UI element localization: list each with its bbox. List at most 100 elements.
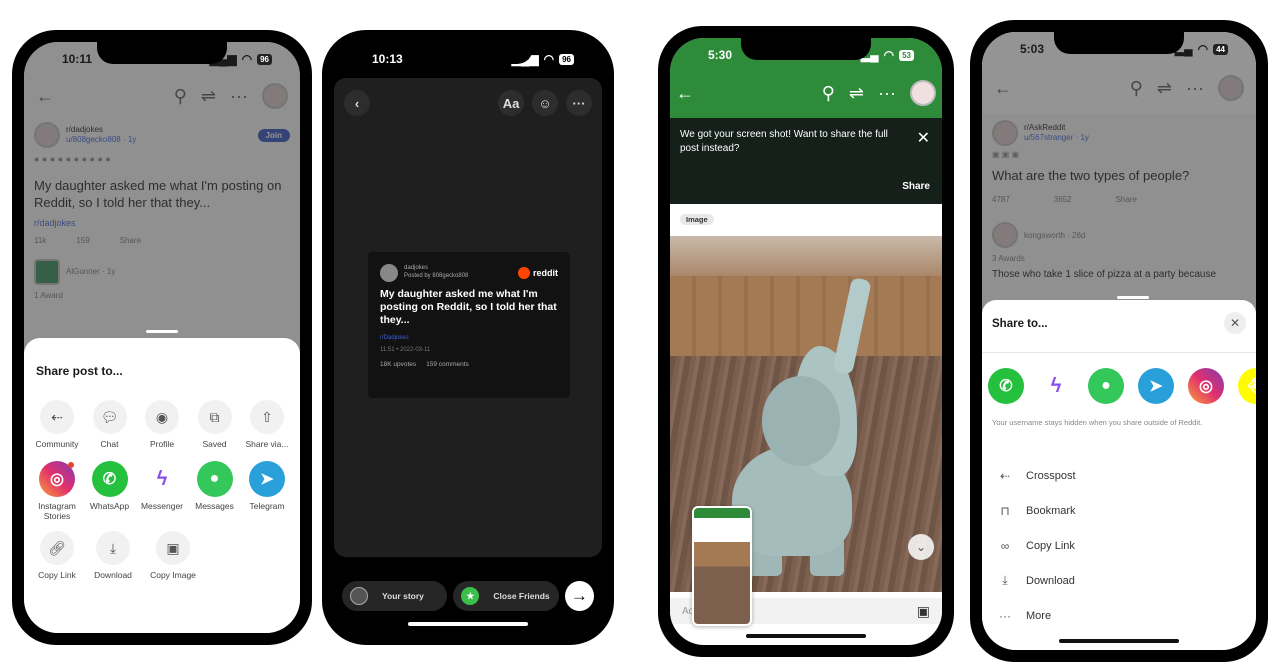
close-icon: ✕ [1229, 316, 1241, 330]
status-time: 10:13 [372, 52, 403, 66]
share-copy-image[interactable]: ▣ Copy Image [144, 531, 202, 580]
phone-share-to-sheet: 5:03 ▂▄◠44 ← ⚲ ⇌ ··· r/AskReddit u/567st… [970, 20, 1268, 662]
link-icon: 🔗︎ [40, 531, 74, 565]
send-button[interactable]: → [564, 581, 594, 611]
label: More [1026, 609, 1052, 622]
image-icon: ▣ [156, 531, 190, 565]
label: Copy Link [38, 570, 76, 580]
screen: 10:11 ▂▄▆◠96 ← ⚲ ⇌ ··· r/dadjokes u/808g… [24, 42, 300, 633]
label: Download [94, 570, 132, 580]
share-saved[interactable]: ⧉ Saved [190, 400, 240, 449]
share-whatsapp[interactable]: ✆ WhatsApp [85, 461, 135, 521]
label: Messenger [140, 501, 184, 511]
text-button[interactable]: Aa [498, 90, 524, 116]
action-more[interactable]: ··· More [998, 598, 1076, 633]
sheet-grabber[interactable] [146, 330, 178, 333]
screenshot-toast: We got your screen shot! Want to share t… [670, 118, 942, 204]
label: Copy Link [1026, 539, 1075, 552]
label: Community [35, 439, 79, 449]
sheet-title: Share post to... [36, 364, 123, 378]
search-icon[interactable]: ⚲ [822, 83, 835, 104]
sheet-grabber[interactable] [1117, 296, 1149, 299]
image-tag: Image [680, 214, 714, 225]
battery-icon: 96 [559, 53, 574, 65]
screenshot-thumbnail[interactable] [692, 506, 752, 626]
card-comments: 159 comments [426, 361, 469, 369]
close-icon[interactable]: ✕ [917, 128, 930, 148]
share-via[interactable]: ⇧ Share via... [242, 400, 292, 449]
notch [741, 38, 871, 60]
reddit-post-card[interactable]: dadjokes Posted by 808gecko808 reddit My … [368, 252, 570, 398]
close-button[interactable]: ✕ [1224, 312, 1246, 334]
home-indicator [1059, 639, 1179, 643]
wifi-icon: ◠ [883, 48, 895, 62]
sheet-title: Share to... [992, 318, 1048, 330]
card-title: My daughter asked me what I'm posting on… [380, 288, 557, 327]
link-icon: ∞ [1000, 538, 1010, 553]
messages-icon: ● [196, 461, 233, 497]
share-messenger[interactable]: ϟ Messenger [137, 461, 187, 521]
wifi-icon: ◠ [1197, 42, 1209, 56]
share-profile[interactable]: ◉ Profile [137, 400, 187, 449]
your-story-button[interactable]: Your story [342, 581, 448, 611]
wifi-icon: ◠ [543, 52, 555, 66]
share-apps-row: ✆ ϟ ● ➤ ◎ 👻︎ [988, 368, 1256, 404]
messenger-icon: ϟ [144, 461, 180, 497]
instagram-icon: ◎ [39, 461, 75, 497]
sticker-button[interactable]: ☺ [532, 90, 558, 116]
messages-icon[interactable]: ● [1088, 368, 1124, 404]
wifi-icon: ◠ [241, 52, 253, 66]
label: Messages [195, 501, 234, 511]
back-button[interactable]: ‹ [344, 90, 370, 116]
home-indicator [746, 634, 866, 638]
action-crosspost[interactable]: ⇠ Crosspost [998, 458, 1076, 493]
back-icon[interactable]: ← [676, 83, 694, 104]
share-download[interactable]: ⤓ Download [88, 531, 138, 580]
label: Copy Image [150, 570, 196, 580]
share-messages[interactable]: ● Messages [190, 461, 240, 521]
battery-icon: 53 [899, 49, 914, 61]
avatar[interactable] [910, 80, 936, 106]
more-icon[interactable]: ··· [878, 83, 896, 104]
label: Bookmark [1026, 504, 1076, 517]
reddit-icon [517, 267, 530, 279]
messenger-icon[interactable]: ϟ [1038, 368, 1074, 404]
screen: 10:13 ▂▄▆◠96 ‹ Aa ☺ ··· dadjokesPosted b… [334, 42, 602, 633]
more-icon: ··· [999, 608, 1011, 623]
label: Telegram [249, 501, 285, 511]
battery-icon: 44 [1213, 43, 1228, 55]
snapchat-icon[interactable]: 👻︎ [1238, 368, 1256, 404]
expand-button[interactable]: ⌄ [908, 534, 934, 560]
share-instagram-stories[interactable]: ◎ Instagram Stories [32, 461, 82, 521]
close-friends-button[interactable]: ★ Close Friends [453, 581, 559, 611]
subreddit-avatar [380, 264, 398, 282]
share-row-2: ◎ Instagram Stories ✆ WhatsApp ϟ Messenger … [24, 461, 300, 521]
instagram-icon[interactable]: ◎ [1188, 368, 1224, 404]
share-sheet: Share post to... ⇠ Community 💬︎ Chat ◉ Prof… [24, 338, 300, 633]
action-download[interactable]: ⤓ Download [998, 563, 1076, 598]
whatsapp-icon[interactable]: ✆ [988, 368, 1024, 404]
toast-share-button[interactable]: Share [902, 181, 930, 192]
chevron-down-icon: ⌄ [915, 540, 927, 554]
filter-icon[interactable]: ⇌ [849, 83, 864, 104]
chat-icon: 💬︎ [92, 400, 127, 434]
chevron-left-icon: ‹ [354, 95, 360, 111]
share-copy-link[interactable]: 🔗︎ Copy Link [32, 531, 82, 580]
telegram-icon[interactable]: ➤ [1138, 368, 1174, 404]
image-upload-icon[interactable]: ▣ [917, 603, 930, 620]
share-chat[interactable]: 💬︎ Chat [85, 400, 135, 449]
status-time: 10:11 [62, 52, 93, 66]
label: WhatsApp [89, 501, 130, 511]
user-avatar-icon [350, 587, 368, 605]
more-button[interactable]: ··· [566, 90, 592, 116]
card-subreddit: dadjokes [404, 265, 429, 272]
action-bookmark[interactable]: ⊓ Bookmark [998, 493, 1076, 528]
whatsapp-icon: ✆ [91, 461, 128, 497]
story-editor: ‹ Aa ☺ ··· dadjokes Posted by 808gecko808… [334, 78, 602, 557]
battery-icon: 96 [257, 53, 272, 65]
share-telegram[interactable]: ➤ Telegram [242, 461, 292, 521]
action-copy-link[interactable]: ∞ Copy Link [998, 528, 1076, 563]
notch [403, 42, 533, 64]
reddit-logo: reddit [517, 267, 558, 279]
share-community[interactable]: ⇠ Community [32, 400, 82, 449]
